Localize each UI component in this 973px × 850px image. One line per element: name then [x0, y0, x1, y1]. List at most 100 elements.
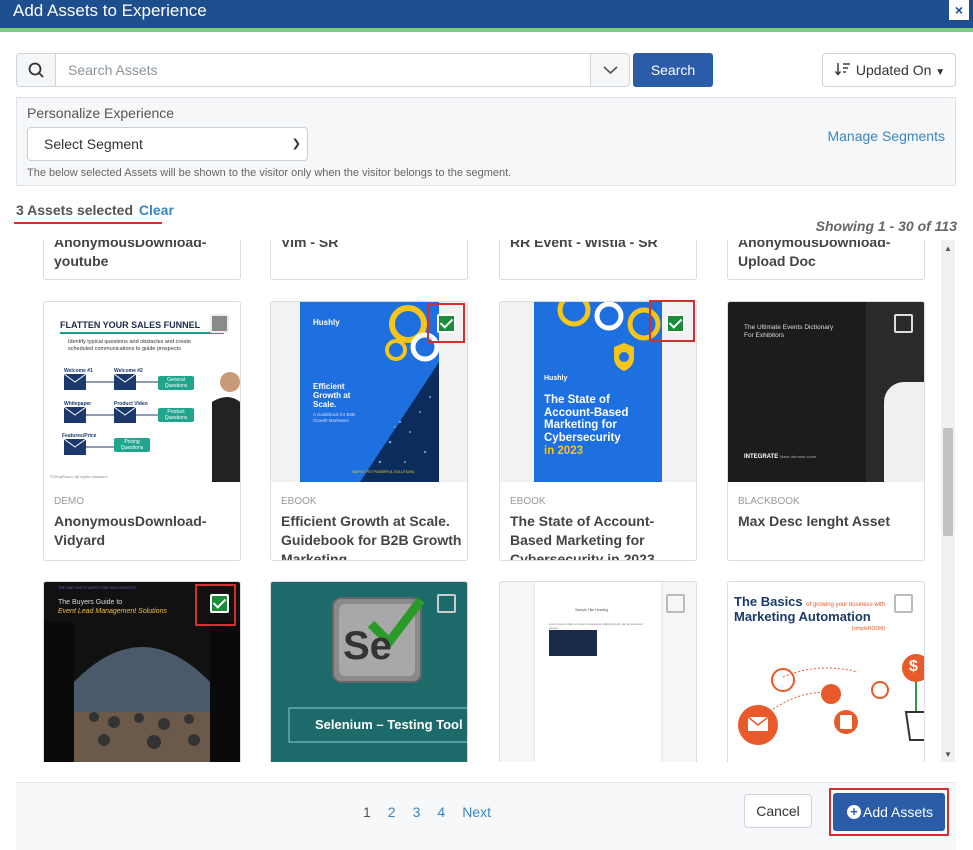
header-accent-line [0, 28, 973, 32]
next-page-link[interactable]: Next [462, 804, 491, 820]
search-box [16, 53, 630, 87]
thumb-kicker: THE ONE THAT'S WORTH THE ONLY EXPERTS [58, 586, 136, 590]
grid-scrollbar[interactable]: ▲ ▼ [941, 240, 955, 762]
personalize-panel: Personalize Experience Select Segment ❯ … [16, 97, 956, 186]
page-1[interactable]: 1 [363, 804, 371, 820]
crowd-photo [44, 622, 240, 762]
ebook-cover: Hushly Efficient Growth at Scale. A Guid… [300, 302, 439, 482]
thumb-footer: ©SimpRoom. All rights reserved. [50, 474, 108, 479]
hushly-logo: Hushly [313, 318, 340, 327]
cover-footer: SIMPLE YET POWERFUL SOLUTIONS [352, 470, 415, 474]
cover-title: Selenium – Testing Tool [315, 717, 463, 732]
ebook-cover: Hushly The State of Account-Based Market… [534, 302, 662, 482]
thumb-label: Whitepaper [64, 401, 92, 407]
manage-segments-link[interactable]: Manage Segments [827, 128, 945, 144]
asset-card[interactable]: The Basics of growing your business with… [727, 581, 925, 762]
modal-title: Add Assets to Experience [13, 1, 207, 20]
selection-highlight [427, 303, 465, 343]
modal-header: Add Assets to Experience × [0, 0, 973, 28]
asset-name: AnonymousDownload- Upload Doc [738, 240, 891, 269]
selected-count: 3 Assets selected Clear [16, 202, 174, 218]
thumb-label: Product Questions [164, 409, 188, 421]
plus-circle-icon: + [847, 805, 861, 819]
asset-checkbox[interactable] [666, 594, 685, 613]
scroll-down-arrow-icon[interactable]: ▼ [944, 750, 952, 759]
segment-select[interactable]: Select Segment ❯ [27, 127, 308, 161]
search-button[interactable]: Search [633, 53, 713, 87]
asset-card[interactable]: AnonymousDownload- Upload Doc [727, 240, 925, 280]
page-3[interactable]: 3 [413, 804, 421, 820]
integrate-logo-text: INTEGRATE [744, 454, 779, 460]
scrollbar-thumb[interactable] [943, 428, 953, 536]
add-assets-button[interactable]: + Add Assets [833, 793, 945, 831]
asset-type: BLACKBOOK [738, 496, 800, 507]
doc-page: Sample Title Heading Lorem ipsum dolor s… [535, 582, 661, 762]
asset-card[interactable]: RR Event - Wistia - SR [499, 240, 697, 280]
thumb-label: Features/Price [62, 433, 97, 439]
chevron-down-icon: ❯ [291, 138, 301, 150]
cover-subtitle: A Guidebook for B2B Growth Marketers [313, 412, 356, 423]
asset-name: RR Event - Wistia - SR [510, 240, 658, 250]
hushly-logo: Hushly [544, 375, 568, 382]
pagination: 1 2 3 4 Next [363, 804, 508, 820]
cover-title: Efficient Growth at Scale. [313, 382, 351, 409]
search-icon[interactable] [17, 54, 56, 86]
asset-card[interactable]: FLATTEN YOUR SALES FUNNEL Identify typic… [43, 301, 241, 561]
asset-checkbox[interactable] [437, 594, 456, 613]
results-range: Showing 1 - 30 of 113 [815, 218, 957, 234]
thumb-label: Welcome #1 [64, 368, 93, 374]
selection-highlight [649, 300, 695, 342]
doc-image [549, 630, 597, 656]
asset-type: EBOOK [510, 496, 546, 507]
asset-checkbox[interactable] [894, 314, 913, 333]
asset-name: Max Desc lenght Asset [738, 513, 890, 529]
doc-line: Lorem ipsum dolor sit amet consectetur a… [549, 622, 643, 630]
sort-icon [834, 63, 850, 76]
asset-name: AnonymousDownload-Vidyard [54, 513, 207, 548]
asset-card[interactable]: AnonymousDownload- youtube [43, 240, 241, 280]
asset-name: Efficient Growth at Scale. Guidebook for… [281, 513, 462, 561]
chevron-down-icon[interactable] [590, 54, 629, 86]
selection-highlight [14, 222, 162, 224]
asset-checkbox[interactable] [894, 594, 913, 613]
thumb-label: Welcome #2 [114, 368, 143, 374]
asset-type: DEMO [54, 496, 84, 507]
search-input[interactable] [57, 54, 591, 86]
modal-footer: 1 2 3 4 Next Cancel + Add Assets [16, 782, 956, 850]
add-assets-label: Add Assets [863, 804, 934, 820]
clear-selection-link[interactable]: Clear [139, 202, 174, 218]
asset-checkbox[interactable] [210, 314, 229, 333]
asset-card[interactable]: The Ultimate Events Dictionary For Exhib… [727, 301, 925, 561]
cancel-button[interactable]: Cancel [744, 794, 812, 828]
cover-year: in 2023 [544, 445, 583, 457]
asset-card[interactable]: Se Selenium – Testing Tool [270, 581, 468, 762]
page-4[interactable]: 4 [437, 804, 445, 820]
thumb-label: Product Video [114, 401, 148, 407]
cover-subtitle: Event Lead Management Solutions [58, 608, 167, 615]
asset-name: The State of Account-Based Marketing for… [510, 513, 655, 561]
integrate-logo: INTEGRATE Make demand count [744, 454, 816, 460]
selection-highlight: + Add Assets [829, 788, 949, 836]
scroll-up-arrow-icon[interactable]: ▲ [944, 244, 952, 253]
dollar-icon: $ [909, 658, 918, 675]
selection-highlight [195, 584, 236, 626]
asset-name: Vim - SR [281, 240, 339, 250]
caret-down-icon: ▼ [935, 67, 946, 78]
page-2[interactable]: 2 [388, 804, 396, 820]
asset-card[interactable]: Vim - SR [270, 240, 468, 280]
selenium-logo-text: Se [343, 624, 392, 668]
sort-dropdown[interactable]: Updated On ▼ [822, 53, 956, 87]
thumb-label: General Questions [164, 377, 188, 389]
thumb-person [884, 382, 924, 482]
asset-grid: AnonymousDownload- youtube Vim - SR RR E… [16, 240, 956, 762]
asset-card[interactable]: Sample Title Heading Lorem ipsum dolor s… [499, 581, 697, 762]
asset-name: AnonymousDownload- youtube [54, 240, 207, 269]
selected-count-text: 3 Assets selected [16, 202, 133, 218]
close-icon[interactable]: × [949, 0, 969, 20]
sort-label: Updated On [855, 62, 932, 78]
cover-title: The Buyers Guide to [58, 599, 123, 606]
doc-title: Sample Title Heading [575, 608, 609, 612]
cover-title: The State of Account-Based Marketing for… [544, 394, 629, 444]
personalize-label: Personalize Experience [27, 105, 175, 121]
asset-type: EBOOK [281, 496, 317, 507]
